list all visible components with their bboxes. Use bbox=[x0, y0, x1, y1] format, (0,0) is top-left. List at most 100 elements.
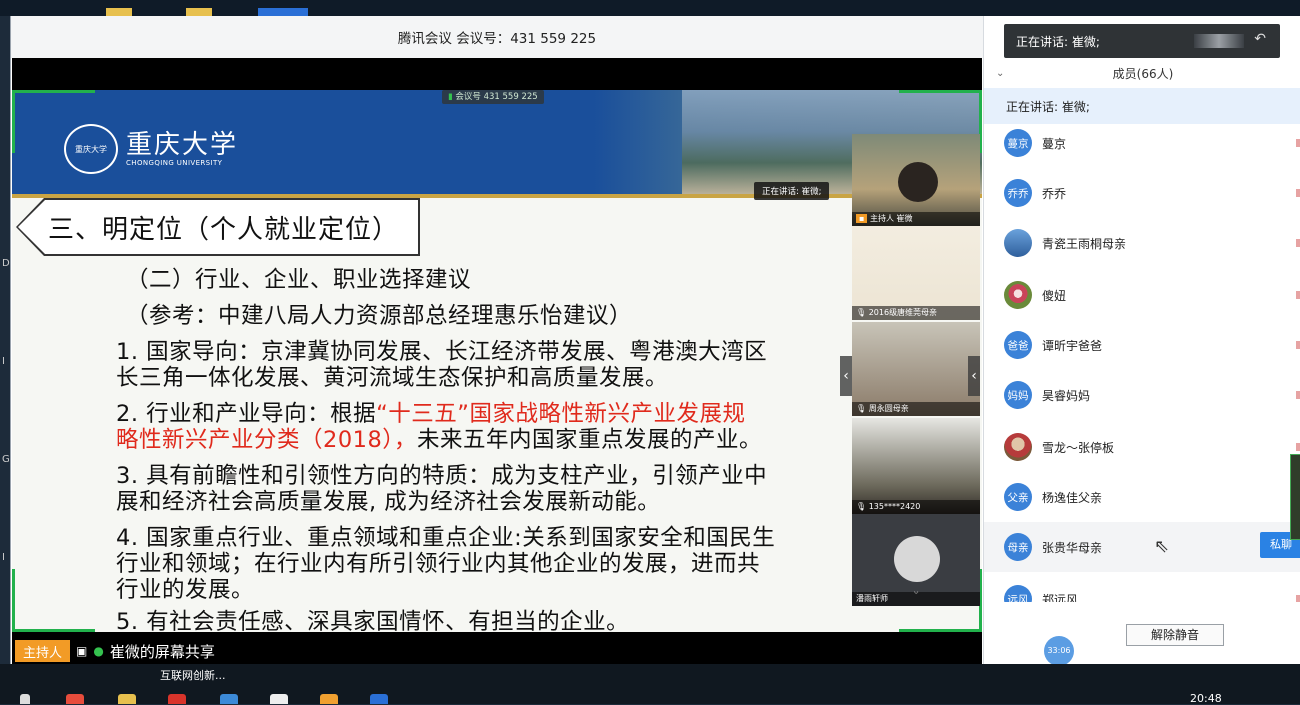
speaker-avatars-strip bbox=[1194, 34, 1244, 48]
member-avatar: 乔乔 bbox=[1004, 179, 1032, 207]
member-name: 谭昕宇爸爸 bbox=[1042, 338, 1103, 353]
taskbar-label[interactable]: 互联网创新... bbox=[160, 667, 226, 683]
share-frame-corner bbox=[12, 90, 95, 153]
video-tile-label: 2016级唐维莞母亲 bbox=[868, 308, 938, 317]
mic-muted-icon bbox=[1296, 239, 1300, 247]
member-name: 张贵华母亲 bbox=[1042, 540, 1103, 555]
meeting-timer: 33:06 bbox=[1044, 636, 1074, 666]
desktop-edge-text: D bbox=[2, 258, 10, 269]
app-icon[interactable] bbox=[270, 694, 288, 704]
list-item[interactable]: 蔓京 蔓京 bbox=[984, 124, 1300, 168]
desktop-edge-text: I bbox=[2, 552, 5, 563]
meeting-id-chip: ▮ 会议号 431 559 225 bbox=[442, 90, 544, 104]
slide-line: 5. 有社会责任感、深具家国情怀、有担当的企业。 bbox=[116, 609, 630, 632]
mouse-cursor-icon: ⇖ bbox=[1154, 536, 1170, 557]
video-tile-label: 潘雨轩师 bbox=[856, 594, 888, 603]
mic-muted-icon bbox=[1296, 341, 1300, 349]
meeting-window: 腾讯会议 会议号：431 559 225 重庆大学 重庆大学 CHONGQING… bbox=[10, 16, 1300, 666]
slide-line: （二）行业、企业、职业选择建议 bbox=[126, 267, 472, 293]
desktop-folder-icon[interactable] bbox=[106, 8, 132, 16]
mic-icon: ● bbox=[93, 644, 104, 658]
screen-share-icon: ▣ bbox=[76, 644, 88, 658]
slide-line: 略性新兴产业分类（2018），未来五年内国家重点发展的产业。 bbox=[116, 427, 763, 453]
mic-muted-icon bbox=[1296, 595, 1300, 602]
member-name: 乔乔 bbox=[1042, 186, 1067, 201]
mic-muted-icon bbox=[1296, 291, 1300, 299]
folder-icon[interactable] bbox=[118, 694, 136, 704]
mic-muted-icon bbox=[1296, 443, 1300, 451]
mic-icon: 🎙 bbox=[856, 502, 867, 511]
desktop-folder-icon[interactable] bbox=[186, 8, 212, 16]
host-badge: 主持人 bbox=[15, 640, 71, 662]
app-icon[interactable] bbox=[320, 694, 338, 704]
list-item[interactable]: 远风 郑远风 bbox=[984, 574, 1300, 602]
member-avatar bbox=[1004, 281, 1032, 309]
list-item[interactable]: 妈妈 昊睿妈妈 bbox=[984, 370, 1300, 420]
member-name: 郑远风 bbox=[1042, 592, 1079, 603]
mic-muted-icon bbox=[1296, 189, 1300, 197]
list-item[interactable]: 傻妞 bbox=[984, 270, 1300, 320]
member-name: 青瓷王雨桐母亲 bbox=[1042, 236, 1127, 251]
scroll-left-arrow[interactable]: ‹ bbox=[840, 356, 852, 396]
members-title: 成员(66人) bbox=[1112, 66, 1174, 81]
video-tile[interactable]: 🎙 135****2420 bbox=[852, 418, 980, 514]
mic-muted-icon bbox=[1296, 391, 1300, 399]
desktop-background bbox=[0, 0, 1300, 16]
slide-line: （参考：中建八局人力资源部总经理惠乐怡建议） bbox=[126, 303, 633, 329]
members-header[interactable]: ⌄ 成员(66人) bbox=[984, 62, 1300, 84]
now-speaking-row: 正在讲话: 崔微; bbox=[984, 88, 1300, 124]
member-avatar: 蔓京 bbox=[1004, 129, 1032, 157]
app-icon[interactable] bbox=[370, 694, 388, 704]
list-item[interactable]: 雪龙～张停板 bbox=[984, 422, 1300, 472]
taskbar-clock[interactable]: 20:48 bbox=[1190, 692, 1222, 705]
speaking-chip: 正在讲话: 崔微; bbox=[754, 182, 830, 200]
chevron-down-icon[interactable]: ⌄ bbox=[996, 68, 1004, 79]
unmute-button[interactable]: 解除静音 bbox=[1126, 624, 1224, 646]
members-list[interactable]: 蔓京 蔓京 乔乔 乔乔 青瓷王雨桐母亲 傻妞 爸爸 谭昕宇爸爸 妈妈 昊睿妈妈 … bbox=[984, 124, 1300, 602]
members-panel: 正在讲话: 崔微; ↶ ⌄ 成员(66人) 正在讲话: 崔微; 蔓京 蔓京 乔乔… bbox=[983, 16, 1300, 666]
volume-indicator bbox=[1290, 454, 1300, 540]
undo-icon[interactable]: ↶ bbox=[1254, 31, 1266, 47]
member-avatar bbox=[1004, 229, 1032, 257]
desktop-edge-text: I bbox=[2, 356, 5, 367]
list-item[interactable]: 父亲 杨逸佳父亲 bbox=[984, 472, 1300, 522]
window-titlebar[interactable]: 腾讯会议 会议号：431 559 225 bbox=[11, 16, 983, 58]
video-tile[interactable]: ▪ 主持人 崔微 bbox=[852, 134, 980, 226]
list-item[interactable]: 爸爸 谭昕宇爸爸 bbox=[984, 320, 1300, 370]
banner-gold-stripe bbox=[12, 194, 982, 198]
section-title-box: 三、明定位（个人就业定位） bbox=[16, 198, 420, 256]
slide-line: 展和经济社会高质量发展, 成为经济社会发展新动能。 bbox=[116, 489, 661, 515]
member-name: 傻妞 bbox=[1042, 288, 1067, 303]
browser-icon[interactable] bbox=[66, 694, 84, 704]
video-tile[interactable]: 🎙 2016级唐维莞母亲 bbox=[852, 226, 980, 320]
member-avatar: 父亲 bbox=[1004, 483, 1032, 511]
app-icon[interactable] bbox=[220, 694, 238, 704]
start-icon[interactable] bbox=[20, 694, 30, 704]
list-item[interactable]: 乔乔 乔乔 bbox=[984, 168, 1300, 218]
speaking-banner: 正在讲话: 崔微; ↶ bbox=[1004, 24, 1280, 58]
signal-icon: ▮ bbox=[448, 92, 453, 102]
member-avatar: 妈妈 bbox=[1004, 381, 1032, 409]
member-name: 昊睿妈妈 bbox=[1042, 388, 1091, 403]
member-name: 雪龙～张停板 bbox=[1042, 440, 1115, 455]
mic-muted-icon bbox=[1296, 139, 1300, 147]
member-avatar: 爸爸 bbox=[1004, 331, 1032, 359]
shared-slide: 重庆大学 重庆大学 CHONGQING UNIVERSITY ▮ 会议号 431… bbox=[12, 90, 982, 632]
default-avatar-icon bbox=[894, 536, 940, 582]
desktop-edge-text: G bbox=[2, 454, 10, 465]
scroll-left-arrow[interactable]: ‹ bbox=[968, 356, 980, 396]
list-item[interactable]: 青瓷王雨桐母亲 bbox=[984, 218, 1300, 268]
video-tile[interactable]: 🎙 周永圆母亲 bbox=[852, 322, 980, 416]
app-icon[interactable] bbox=[168, 694, 186, 704]
section-title: 三、明定位（个人就业定位） bbox=[48, 214, 400, 245]
video-tile-label: 135****2420 bbox=[868, 502, 921, 511]
mic-icon: 🎙 bbox=[856, 308, 867, 317]
host-share-bar: 主持人 ▣ ● 崔微的屏幕共享 bbox=[12, 638, 982, 664]
host-share-text: 崔微的屏幕共享 bbox=[109, 642, 215, 661]
video-tile[interactable]: ⌄ 潘雨轩师 bbox=[852, 514, 980, 606]
list-item[interactable]: 母亲 张贵华母亲 ⇖ 私聊 bbox=[984, 522, 1300, 572]
desktop-app-icon[interactable] bbox=[258, 8, 308, 16]
member-name: 杨逸佳父亲 bbox=[1042, 490, 1103, 505]
video-column: ▪ 主持人 崔微 🎙 2016级唐维莞母亲 🎙 周永圆母亲 🎙 135****2… bbox=[840, 134, 980, 646]
member-avatar: 远风 bbox=[1004, 585, 1032, 602]
